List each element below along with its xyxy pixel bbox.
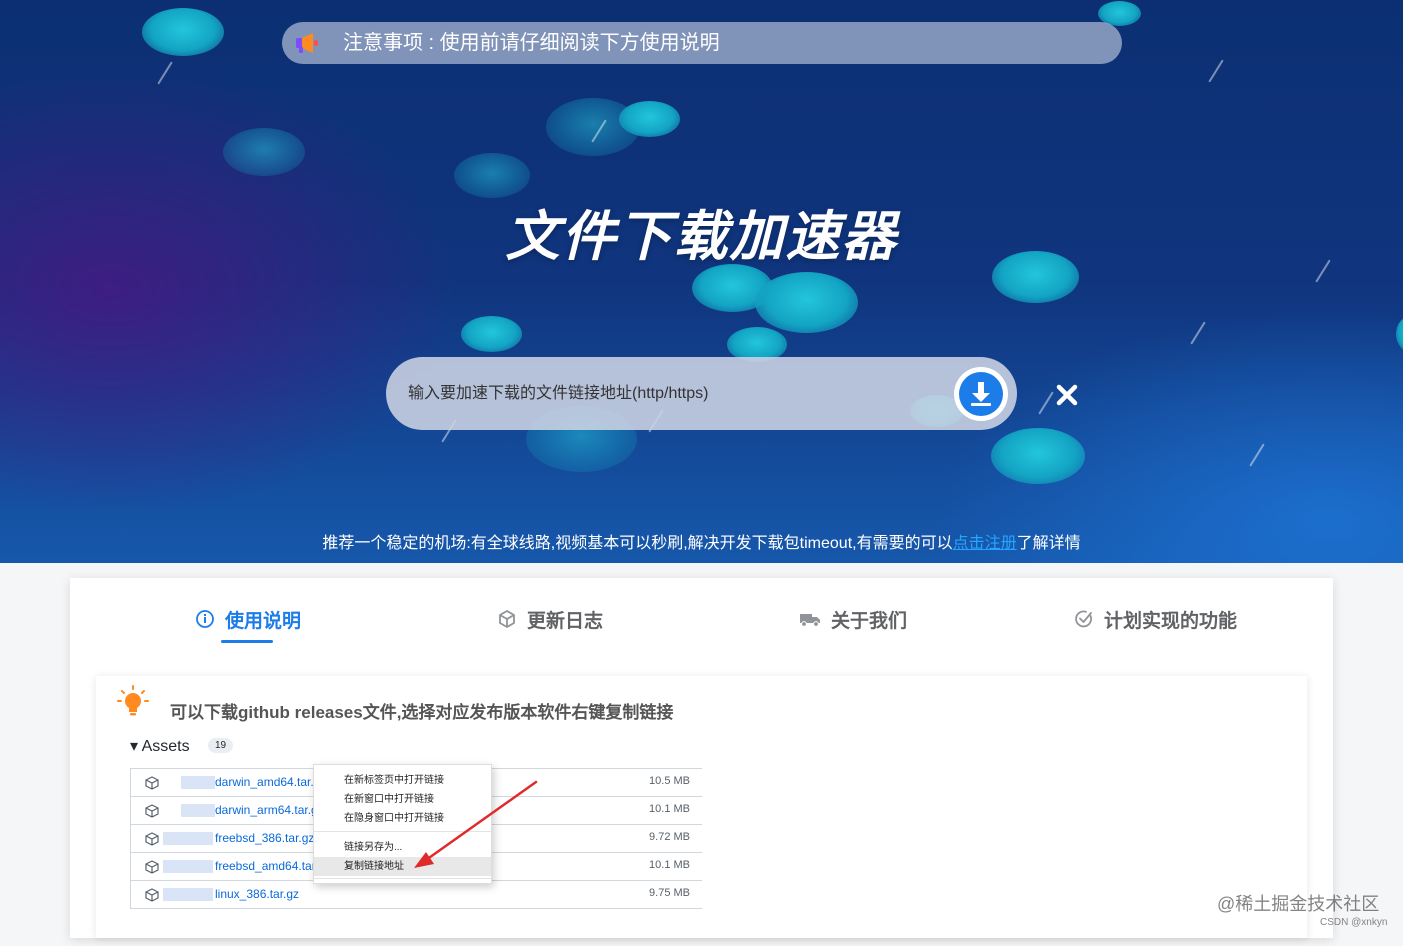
search-box	[386, 357, 1017, 430]
asset-link[interactable]: linux_386.tar.gz	[215, 887, 299, 901]
asset-link[interactable]: darwin_arm64.tar.g	[215, 803, 318, 817]
close-icon[interactable]	[1052, 380, 1082, 410]
truck-icon	[800, 614, 820, 627]
tab-about[interactable]: 关于我们	[799, 604, 907, 634]
decor-bubble	[619, 101, 680, 137]
check-circle-icon	[1075, 610, 1092, 628]
hero-banner: 注意事项 : 使用前请仔细阅读下方使用说明 文件下载加速器 推荐一个稳定的机场:…	[0, 0, 1403, 563]
blurred-prefix	[163, 860, 213, 873]
watermark-sub: CSDN @xnkyn	[1320, 917, 1388, 928]
usage-panel: 可以下载github releases文件,选择对应发布版本软件右键复制链接 ▾…	[96, 676, 1307, 938]
download-icon	[971, 382, 991, 406]
tab-planned-features[interactable]: 计划实现的功能	[1074, 604, 1237, 634]
annotation-arrow	[414, 780, 538, 868]
blurred-prefix	[163, 888, 213, 901]
package-icon	[145, 804, 159, 818]
lightbulb-icon	[117, 685, 149, 716]
asset-size: 10.1 MB	[649, 859, 690, 871]
watermark: @稀土掘金技术社区	[1217, 894, 1380, 914]
decor-streak	[1249, 443, 1265, 467]
promo-text-after: 了解详情	[1016, 535, 1081, 552]
assets-screenshot: ▾ Assets 19 darwin_amd64.tar.gz 10.5 MB …	[130, 736, 710, 946]
download-button[interactable]	[954, 367, 1008, 421]
decor-bubble	[461, 316, 522, 352]
decor-streak	[1208, 59, 1224, 83]
decor-streak	[1190, 321, 1206, 345]
asset-link[interactable]: freebsd_386.tar.gz	[215, 831, 314, 845]
asset-link[interactable]: darwin_amd64.tar.gz	[215, 775, 326, 789]
tip-text: 可以下载github releases文件,选择对应发布版本软件右键复制链接	[170, 703, 674, 722]
promo-text-before: 推荐一个稳定的机场:有全球线路,视频基本可以秒刷,解决开发下载包timeout,…	[322, 535, 953, 552]
notice-bar: 注意事项 : 使用前请仔细阅读下方使用说明	[282, 22, 1122, 64]
decor-bubble	[142, 8, 224, 56]
asset-size: 10.5 MB	[649, 775, 690, 787]
package-icon	[145, 888, 159, 902]
assets-count-badge: 19	[208, 738, 234, 753]
tab-label: 关于我们	[831, 610, 908, 632]
register-link[interactable]: 点击注册	[953, 535, 1017, 552]
package-icon	[145, 776, 159, 790]
tab-label: 更新日志	[527, 610, 604, 632]
info-icon	[196, 610, 214, 628]
notice-text: 注意事项 : 使用前请仔细阅读下方使用说明	[343, 32, 720, 54]
info-card: 使用说明 更新日志 关于我们 计划实现的功能 可以下载github releas…	[70, 578, 1333, 938]
active-tab-indicator	[221, 640, 273, 643]
tab-usage[interactable]: 使用说明	[195, 604, 301, 634]
cube-icon	[499, 610, 515, 628]
decor-bubble	[223, 128, 305, 176]
blurred-prefix	[181, 776, 215, 789]
asset-size: 10.1 MB	[649, 803, 690, 815]
blurred-prefix	[181, 804, 215, 817]
asset-size: 9.72 MB	[649, 831, 690, 843]
promo-text: 推荐一个稳定的机场:有全球线路,视频基本可以秒刷,解决开发下载包timeout,…	[0, 529, 1403, 553]
package-icon	[145, 860, 159, 874]
decor-streak	[157, 61, 173, 85]
decor-bubble	[1396, 316, 1403, 352]
tab-label: 计划实现的功能	[1104, 610, 1238, 632]
page-title: 文件下载加速器	[505, 205, 898, 268]
url-input[interactable]	[406, 375, 950, 413]
blurred-prefix	[163, 832, 213, 845]
download-button-face	[959, 372, 1003, 416]
package-icon	[145, 832, 159, 846]
tab-changelog[interactable]: 更新日志	[497, 604, 603, 634]
tab-label: 使用说明	[225, 610, 302, 632]
megaphone-icon	[296, 33, 318, 53]
decor-bubble	[991, 428, 1085, 484]
assets-header: ▾ Assets	[130, 738, 190, 755]
asset-link[interactable]: freebsd_amd64.tar	[215, 859, 316, 873]
decor-bubble	[755, 272, 858, 333]
asset-size: 9.75 MB	[649, 887, 690, 899]
